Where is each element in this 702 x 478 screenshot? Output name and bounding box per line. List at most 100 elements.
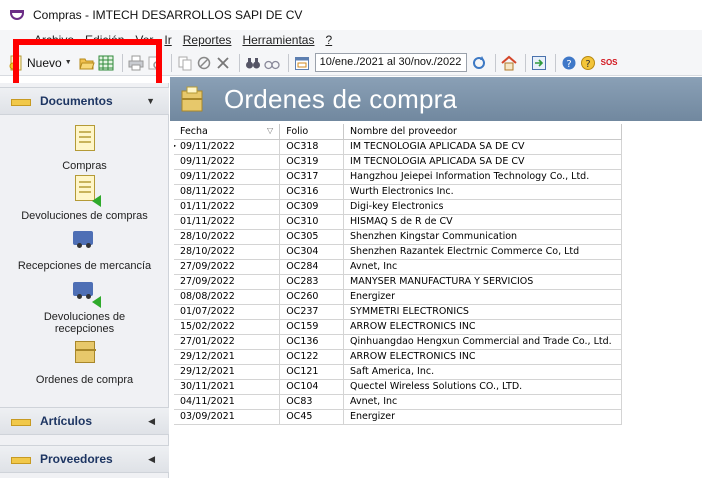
column-header-folio[interactable]: Folio <box>279 124 345 140</box>
column-header-proveedor[interactable]: Nombre del proveedor <box>343 124 622 140</box>
section-icon <box>11 457 31 464</box>
table-row[interactable]: 01/07/2022 OC237 SYMMETRI ELECTRONICS <box>174 304 622 320</box>
print-preview-button[interactable] <box>147 53 163 73</box>
cell-fecha: 29/12/2021 <box>174 364 281 380</box>
cell-folio: OC45 <box>279 409 345 425</box>
cell-folio: OC317 <box>279 169 345 185</box>
cell-fecha: 15/02/2022 <box>174 319 281 335</box>
cell-fecha: 01/07/2022 <box>174 304 281 320</box>
menu-ir[interactable]: Ir <box>164 33 171 47</box>
cell-proveedor: Digi-key Electronics <box>343 199 622 215</box>
close-icon <box>215 55 231 71</box>
sidebar-item-ordenes-compra[interactable]: Ordenes de compra <box>0 339 169 386</box>
home-button[interactable] <box>500 53 517 73</box>
calendar-icon <box>294 55 310 71</box>
delete-button[interactable] <box>215 53 231 73</box>
column-header-fecha[interactable]: Fecha ▽ <box>174 124 281 140</box>
toolbar-separator <box>287 53 289 72</box>
spreadsheet-icon <box>98 55 114 71</box>
export-button[interactable] <box>531 53 547 73</box>
find-next-button[interactable] <box>263 53 280 73</box>
table-row[interactable]: 08/11/2022 OC316 Wurth Electronics Inc. <box>174 184 622 200</box>
spreadsheet-button[interactable] <box>98 53 114 73</box>
print-button[interactable] <box>128 53 144 73</box>
cell-proveedor: Quectel Wireless Solutions CO., LTD. <box>343 379 622 395</box>
refresh-button[interactable] <box>471 53 487 73</box>
toolbar: Nuevo ▼ 10/ene./2021 al 30/nov./2022 ? ?… <box>0 50 702 76</box>
toolbar-separator <box>170 53 172 72</box>
menu-reportes[interactable]: Reportes <box>183 33 232 47</box>
sidebar-item-devoluciones-compras[interactable]: Devoluciones de compras <box>0 175 169 222</box>
binoculars-icon <box>245 55 261 71</box>
menu-herramientas[interactable]: Herramientas <box>242 33 314 47</box>
window-title: Compras - IMTECH DESARROLLOS SAPI DE CV <box>33 8 303 22</box>
box-icon <box>71 339 99 371</box>
cancel-button[interactable] <box>196 53 212 73</box>
open-folder-button[interactable] <box>78 53 95 73</box>
table-row[interactable]: 30/11/2021 OC104 Quectel Wireless Solution… <box>174 379 622 395</box>
sidebar-item-compras[interactable]: Compras <box>0 125 169 172</box>
cell-proveedor: MANYSER MANUFACTURA Y SERVICIOS <box>343 274 622 290</box>
current-row-pointer-icon: ▶ <box>174 141 176 150</box>
folder-open-icon <box>78 55 95 71</box>
table-row[interactable]: 15/02/2022 OC159 ARROW ELECTRONICS INC <box>174 319 622 335</box>
help-button[interactable]: ? <box>561 53 577 73</box>
cell-proveedor: Hangzhou Jeiepei Information Technology … <box>343 169 622 185</box>
table-row[interactable]: 29/12/2021 OC121 Saft America, Inc. <box>174 364 622 380</box>
table-row[interactable]: 27/09/2022 OC283 MANYSER MANUFACTURA Y SER… <box>174 274 622 290</box>
table-row[interactable]: 04/11/2021 OC83 Avnet, Inc <box>174 394 622 410</box>
sidebar-section-articulos[interactable]: Artículos ◀ <box>0 407 169 435</box>
new-button[interactable]: Nuevo ▼ <box>8 53 76 73</box>
new-document-icon <box>8 55 24 71</box>
sidebar-section-proveedores[interactable]: Proveedores ◀ <box>0 445 169 473</box>
menu-ver[interactable]: Ver <box>135 33 153 47</box>
find-button[interactable] <box>245 53 261 73</box>
table-row[interactable]: 28/10/2022 OC304 Shenzhen Razantek Electrn… <box>174 244 622 260</box>
cell-proveedor: IM TECNOLOGIA APLICADA SA DE CV <box>343 139 622 155</box>
table-row[interactable]: 09/11/2022 OC319 IM TECNOLOGIA APLICADA SA… <box>174 154 622 170</box>
table-header-row: Fecha ▽ Folio Nombre del proveedor <box>174 124 622 140</box>
table-row[interactable]: 03/09/2021 OC45 Energizer <box>174 409 622 425</box>
document-return-icon <box>71 175 101 207</box>
menu-archivo[interactable]: Archivo <box>34 33 74 47</box>
home-icon <box>500 55 517 71</box>
title-bar: Compras - IMTECH DESARROLLOS SAPI DE CV <box>0 0 702 30</box>
cell-fecha: 09/11/2022 <box>174 154 281 170</box>
table-row[interactable]: 28/10/2022 OC305 Shenzhen Kingstar Communi… <box>174 229 622 245</box>
table-row[interactable]: ▶09/11/2022OC318IM TECNOLOGIA APLICADA S… <box>174 139 622 155</box>
orders-table[interactable]: Fecha▽ Folio Nombre del proveedor ▶09/11… <box>174 124 622 425</box>
svg-text:?: ? <box>585 59 590 70</box>
table-row[interactable]: 27/01/2022 OC136 Qinhuangdao Hengxun Comme… <box>174 334 622 350</box>
section-icon <box>11 419 31 426</box>
help-icon: ? <box>561 55 577 71</box>
cell-proveedor: Saft America, Inc. <box>343 364 622 380</box>
assistant-help-icon: ? <box>580 55 596 71</box>
sos-button[interactable]: SOS <box>601 58 618 67</box>
cell-folio: OC284 <box>279 259 345 275</box>
table-row[interactable]: 27/09/2022 OC284 Avnet, Inc <box>174 259 622 275</box>
assistant-button[interactable]: ? <box>580 53 596 73</box>
sidebar-item-recepciones-mercancia[interactable]: Recepciones de mercancía <box>0 225 169 272</box>
menu-edicion[interactable]: Edición <box>85 33 124 47</box>
table-row[interactable]: 01/11/2022 OC310 HISMAQ S de R de CV <box>174 214 622 230</box>
sidebar-section-documentos[interactable]: Documentos ▼ <box>0 87 169 115</box>
cell-fecha: 27/01/2022 <box>174 334 281 350</box>
copy-button[interactable] <box>177 53 193 73</box>
cell-fecha: 08/11/2022 <box>174 184 281 200</box>
sidebar-item-devoluciones-recepciones[interactable]: Devoluciones de recepciones <box>0 276 169 335</box>
date-range-field[interactable]: 10/ene./2021 al 30/nov./2022 <box>314 53 467 72</box>
date-range-button[interactable] <box>294 53 310 73</box>
cell-fecha: ▶09/11/2022 <box>174 139 281 155</box>
cell-fecha: 29/12/2021 <box>174 349 281 365</box>
table-row[interactable]: 01/11/2022 OC309 Digi-key Electronics <box>174 199 622 215</box>
table-row[interactable]: 09/11/2022 OC317 Hangzhou Jeiepei Informat… <box>174 169 622 185</box>
cell-folio: OC136 <box>279 334 345 350</box>
cell-fecha: 04/11/2021 <box>174 394 281 410</box>
sidebar: Documentos ▼ Compras Devoluciones de com… <box>0 83 169 478</box>
cell-proveedor: Energizer <box>343 409 622 425</box>
cell-fecha: 28/10/2022 <box>174 244 281 260</box>
cell-proveedor: IM TECNOLOGIA APLICADA SA DE CV <box>343 154 622 170</box>
table-row[interactable]: 08/08/2022 OC260 Energizer <box>174 289 622 305</box>
menu-help[interactable]: ? <box>325 33 332 47</box>
table-row[interactable]: 29/12/2021 OC122 ARROW ELECTRONICS INC <box>174 349 622 365</box>
